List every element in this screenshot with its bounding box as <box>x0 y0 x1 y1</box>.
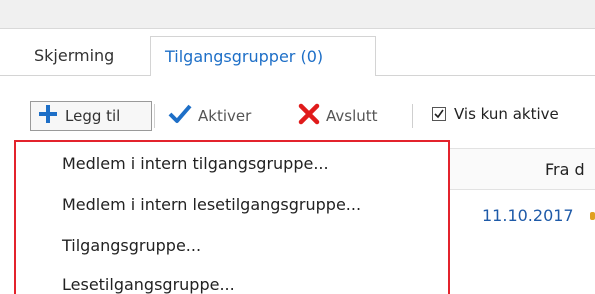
end-button[interactable]: Avslutt <box>294 101 378 131</box>
table-row-date[interactable]: 11.10.2017 <box>482 206 574 225</box>
toolbar-separator <box>412 104 413 128</box>
status-indicator <box>590 212 595 220</box>
activate-button-label: Aktiver <box>198 107 252 125</box>
menu-item-internal-read-access-group[interactable]: Medlem i intern lesetilgangsgruppe... <box>62 195 361 214</box>
checkmark-icon <box>168 103 192 129</box>
top-strip <box>0 0 595 29</box>
tab-skjerming[interactable]: Skjerming <box>22 36 126 76</box>
toolbar-separator <box>154 104 155 128</box>
column-header-from-date[interactable]: Fra d <box>545 160 585 179</box>
activate-button[interactable]: Aktiver <box>160 101 251 131</box>
add-dropdown-menu: Medlem i intern tilgangsgruppe... Medlem… <box>14 140 450 294</box>
show-active-checkbox[interactable] <box>432 107 446 121</box>
add-button-label: Legg til <box>65 107 121 125</box>
tab-tilgangsgrupper[interactable]: Tilgangsgrupper (0) <box>150 36 376 76</box>
menu-item-internal-access-group[interactable]: Medlem i intern tilgangsgruppe... <box>62 154 329 173</box>
menu-item-read-access-group[interactable]: Lesetilgangsgruppe... <box>62 275 235 294</box>
add-button[interactable]: Legg til <box>30 101 152 131</box>
show-active-only[interactable]: Vis kun aktive <box>432 105 559 123</box>
plus-icon <box>37 103 59 129</box>
end-button-label: Avslutt <box>326 107 378 125</box>
menu-item-access-group[interactable]: Tilgangsgruppe... <box>62 236 201 255</box>
active-tab-gap <box>151 75 375 76</box>
show-active-label: Vis kun aktive <box>454 105 559 123</box>
x-icon <box>298 103 320 129</box>
